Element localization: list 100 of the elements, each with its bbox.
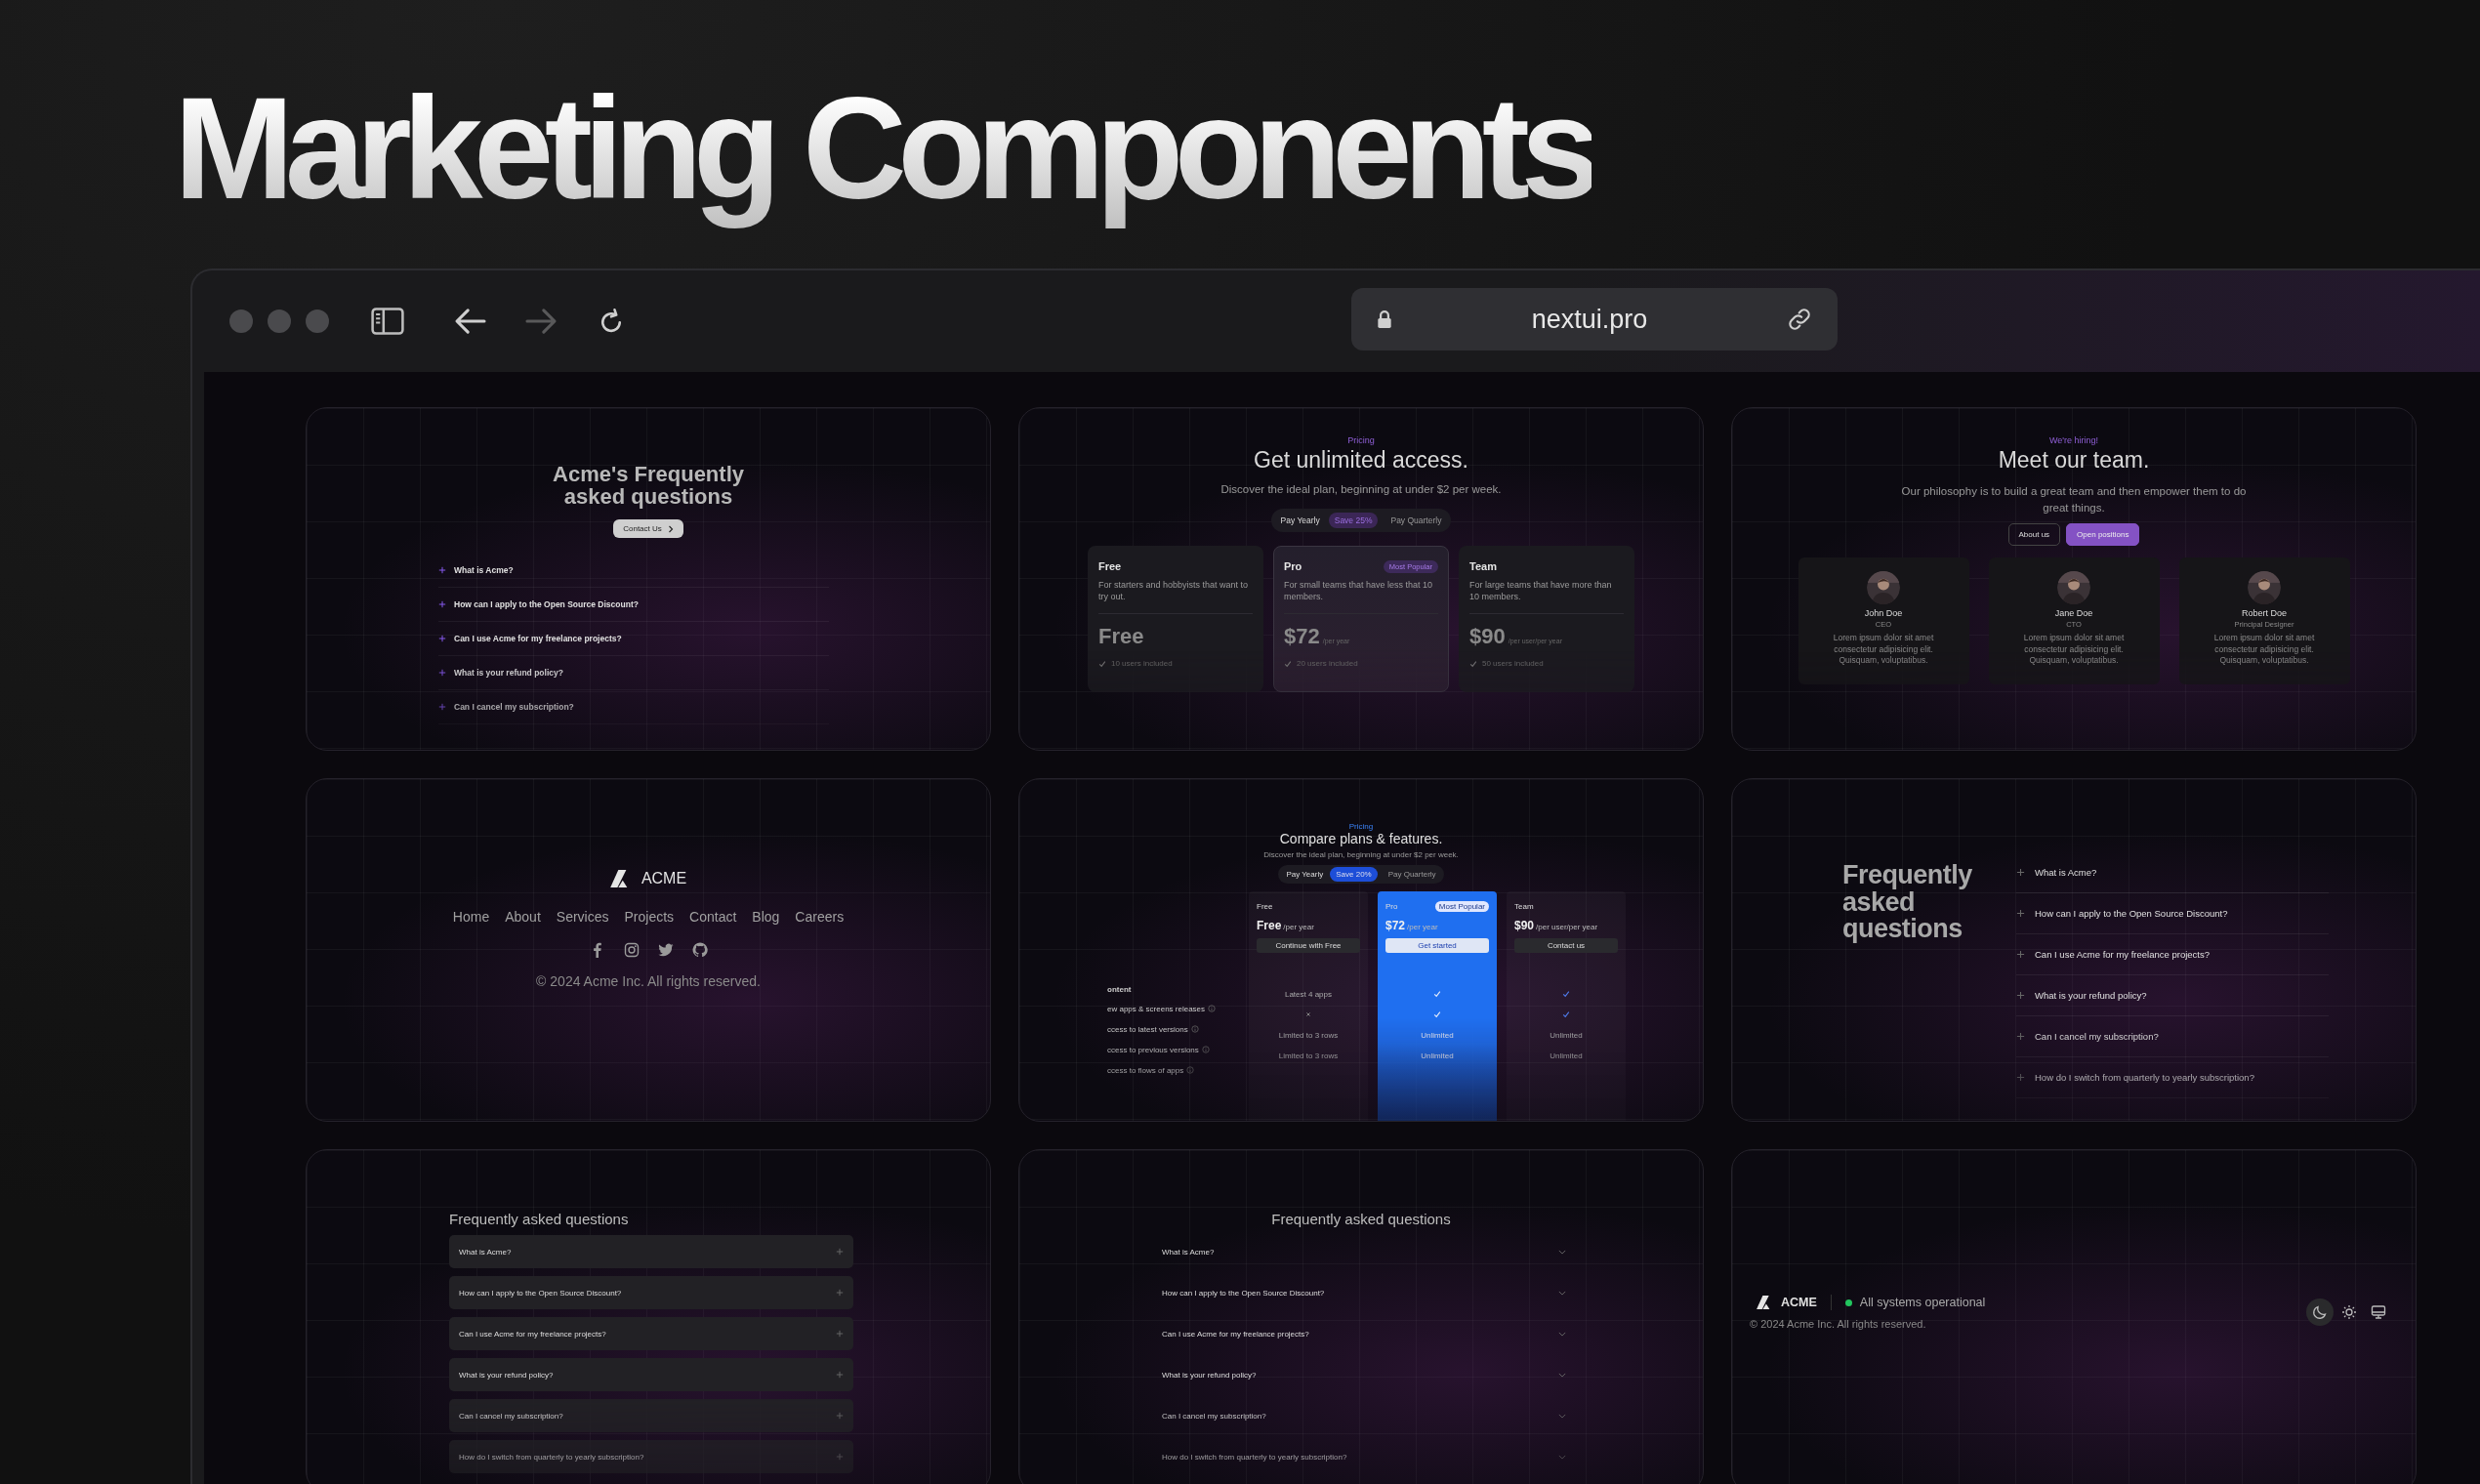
faq-item[interactable]: How do I switch from quarterly to yearly subscription? xyxy=(2016,1057,2329,1098)
member-name: Jane Doe xyxy=(2054,608,2093,619)
price-period: /per user/per year xyxy=(1536,923,1598,931)
faq-item[interactable]: How do I switch from quarterly to yearly subscription? xyxy=(449,1440,853,1473)
plan-button[interactable]: Contact us xyxy=(1514,938,1618,953)
feature-value: Unlimited xyxy=(1550,1051,1583,1062)
faq-item[interactable]: How can I apply to the Open Source Discount? xyxy=(1162,1276,1570,1309)
dark-theme-button[interactable] xyxy=(2306,1298,2334,1326)
check-icon xyxy=(1284,659,1292,668)
faq-item[interactable]: What is Acme? xyxy=(449,1235,853,1268)
faq-item[interactable]: Can I use Acme for my freelance projects? xyxy=(1162,1317,1570,1350)
question-text: Can I cancel my subscription? xyxy=(2035,1031,2159,1042)
link-icon[interactable] xyxy=(1787,307,1812,332)
billing-tab[interactable]: Pay Quarterly xyxy=(1386,514,1446,527)
billing-tab[interactable]: Pay Yearly xyxy=(1276,514,1324,527)
faq-heading: Frequently asked questions xyxy=(1842,862,1973,946)
footer-link[interactable]: About xyxy=(505,909,541,925)
brand-name: ACME xyxy=(641,870,687,887)
plus-icon xyxy=(438,703,446,712)
faq-item[interactable]: Can I cancel my subscription? xyxy=(2016,1016,2329,1057)
component-preview-card[interactable] xyxy=(1731,407,2417,751)
chevron-down-icon xyxy=(1558,1372,1566,1378)
plus-icon xyxy=(438,600,446,609)
plus-icon xyxy=(836,1453,844,1461)
plan-name: Free xyxy=(1257,901,1273,911)
plus-icon xyxy=(836,1330,844,1338)
question-text: What is Acme? xyxy=(1162,1247,1215,1257)
feature-value: Limited to 3 rows xyxy=(1278,1051,1339,1062)
faq-item[interactable]: Can I use Acme for my freelance projects? xyxy=(438,622,829,657)
faq-item[interactable]: Can I cancel my subscription? xyxy=(438,690,829,725)
component-preview-card[interactable]: ACME Home About Services Projects Contact Blog Careers © 2024 Acme Inc. All rights reserved. xyxy=(306,778,991,1122)
plan-name: Team xyxy=(1514,901,1534,911)
github-icon[interactable] xyxy=(691,942,708,958)
info-icon xyxy=(1201,1046,1210,1053)
footer-link[interactable]: Projects xyxy=(624,909,675,925)
question-text: Can I cancel my subscription? xyxy=(454,702,574,713)
copyright-text: © 2024 Acme Inc. All rights reserved. xyxy=(536,973,761,989)
primary-button[interactable]: Open positions xyxy=(2066,523,2140,547)
chevron-down-icon xyxy=(1558,1413,1566,1419)
plan-button[interactable]: Continue with Free xyxy=(1257,938,1360,953)
plan-button[interactable]: Get started xyxy=(1385,938,1489,953)
back-arrow-icon[interactable] xyxy=(454,308,487,335)
question-text: What is Acme? xyxy=(459,1247,512,1257)
plus-icon xyxy=(2016,868,2025,877)
faq-item[interactable]: What is your refund policy? xyxy=(438,656,829,691)
plan-price: $72 xyxy=(1385,919,1406,932)
billing-tab[interactable]: Pay Quarterly xyxy=(1384,868,1440,881)
instagram-icon[interactable] xyxy=(623,942,640,958)
component-preview-card[interactable] xyxy=(1018,407,1704,751)
faq-item[interactable]: What is Acme? xyxy=(1162,1235,1570,1268)
address-bar[interactable]: nextui.pro xyxy=(1351,288,1838,350)
plus-icon xyxy=(2016,909,2025,918)
sidebar-toggle-icon[interactable] xyxy=(370,308,405,335)
faq-item[interactable]: Can I use Acme for my freelance projects? xyxy=(449,1317,853,1350)
chevron-down-icon xyxy=(1558,1454,1566,1460)
price-period: /per year xyxy=(1283,923,1314,931)
component-preview-card[interactable] xyxy=(1018,778,1704,1122)
feature-label: ccess to latest versions xyxy=(1107,1025,1188,1034)
outline-button[interactable]: About us xyxy=(2007,523,2061,547)
component-preview-card[interactable]: ACME All systems operational © 2024 Acme Inc. All rights reserved. xyxy=(1731,1149,2417,1484)
feature-value: Unlimited xyxy=(1550,1031,1583,1042)
plus-icon xyxy=(2016,950,2025,959)
twitter-icon[interactable] xyxy=(657,942,674,958)
footer-link[interactable]: Home xyxy=(452,909,490,925)
faq-item[interactable]: How can I apply to the Open Source Discount? xyxy=(2016,893,2329,934)
question-text: What is Acme? xyxy=(2035,867,2097,878)
faq-item[interactable]: What is your refund policy? xyxy=(1162,1358,1570,1391)
faq-heading: Frequently asked questions xyxy=(1270,1211,1452,1227)
popular-badge: Most Popular xyxy=(1434,900,1489,912)
footer-link[interactable]: Services xyxy=(556,909,609,925)
question-text: How do I switch from quarterly to yearly subscription? xyxy=(1162,1452,1347,1462)
faq-item[interactable]: What is your refund policy? xyxy=(449,1358,853,1391)
plan-name: Pro xyxy=(1284,560,1302,572)
component-preview-card[interactable] xyxy=(1731,778,2417,1122)
plus-icon xyxy=(836,1371,844,1379)
check-icon xyxy=(1469,659,1477,668)
faq-item[interactable]: How can I apply to the Open Source Discount? xyxy=(449,1276,853,1309)
faq-item[interactable]: How can I apply to the Open Source Discount? xyxy=(438,588,829,623)
plus-icon xyxy=(2016,1073,2025,1082)
copyright-text: © 2024 Acme Inc. All rights reserved. xyxy=(1750,1318,1927,1330)
feature-label: ew apps & screens releases xyxy=(1107,1005,1206,1013)
pricing-subtitle: Discover the ideal plan, beginning at under $2 per week. xyxy=(1220,483,1502,495)
team-heading: Meet our team. xyxy=(1998,447,2150,474)
footer-link[interactable]: Careers xyxy=(795,909,845,925)
plus-icon xyxy=(438,566,446,575)
faq-item[interactable]: Can I use Acme for my freelance projects? xyxy=(2016,934,2329,975)
faq-item[interactable]: How do I switch from quarterly to yearly subscription? xyxy=(1162,1440,1570,1473)
chevron-down-icon xyxy=(1558,1331,1566,1337)
faq-item[interactable]: What is Acme? xyxy=(2016,852,2329,893)
plus-icon xyxy=(836,1248,844,1256)
faq-item[interactable]: Can I cancel my subscription? xyxy=(1162,1399,1570,1432)
question-text: What is your refund policy? xyxy=(1162,1370,1257,1380)
component-preview-card[interactable] xyxy=(306,407,991,751)
contact-button[interactable]: Contact Us xyxy=(613,519,683,539)
faq-item[interactable]: What is Acme? xyxy=(438,554,829,589)
faq-item[interactable]: What is your refund policy? xyxy=(2016,975,2329,1016)
footer-link[interactable]: Blog xyxy=(752,909,780,925)
faq-item[interactable]: Can I cancel my subscription? xyxy=(449,1399,853,1432)
billing-tab[interactable]: Pay Yearly xyxy=(1282,868,1328,881)
footer-link[interactable]: Contact xyxy=(689,909,737,925)
